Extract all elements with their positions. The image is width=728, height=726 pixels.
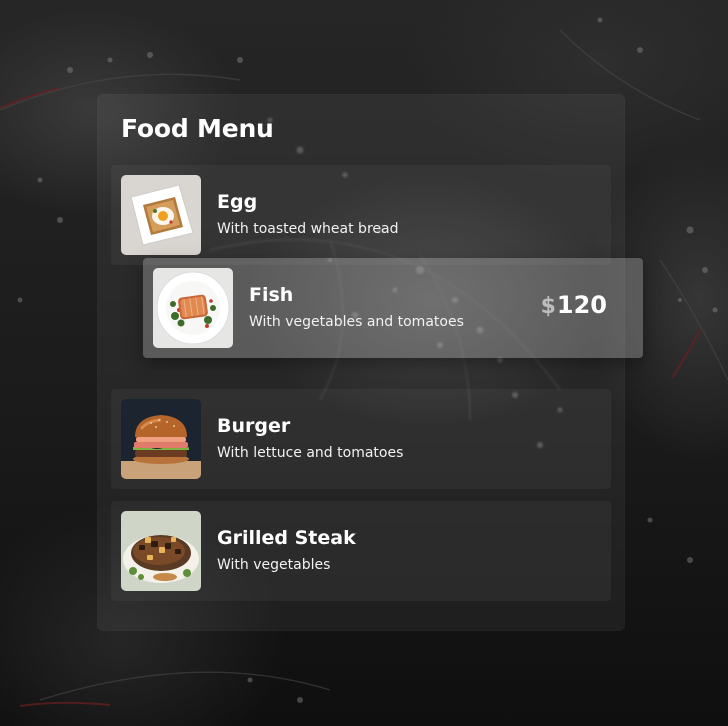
egg-on-toast-image: [121, 175, 201, 255]
menu-item-fish[interactable]: Fish With vegetables and tomatoes $120: [143, 258, 643, 358]
item-name: Grilled Steak: [217, 527, 356, 549]
item-name: Burger: [217, 415, 291, 437]
menu-title: Food Menu: [121, 114, 274, 143]
item-description: With vegetables: [217, 557, 331, 573]
item-description: With toasted wheat bread: [217, 221, 399, 237]
item-name: Egg: [217, 191, 258, 213]
currency-symbol: $: [540, 294, 556, 319]
price-value: 120: [556, 291, 607, 319]
food-menu-card: Food Menu Egg With toasted wheat bread F…: [97, 94, 643, 631]
salmon-plate-image: [153, 268, 233, 348]
item-description: With vegetables and tomatoes: [249, 314, 464, 330]
menu-item-egg[interactable]: Egg With toasted wheat bread: [111, 165, 611, 265]
grilled-steak-image: [121, 511, 201, 591]
burger-image: [121, 399, 201, 479]
item-name: Fish: [249, 284, 294, 306]
item-description: With lettuce and tomatoes: [217, 445, 404, 461]
item-price: $120: [541, 291, 607, 319]
menu-item-burger[interactable]: Burger With lettuce and tomatoes: [111, 389, 611, 489]
menu-item-grilled-steak[interactable]: Grilled Steak With vegetables: [111, 501, 611, 601]
